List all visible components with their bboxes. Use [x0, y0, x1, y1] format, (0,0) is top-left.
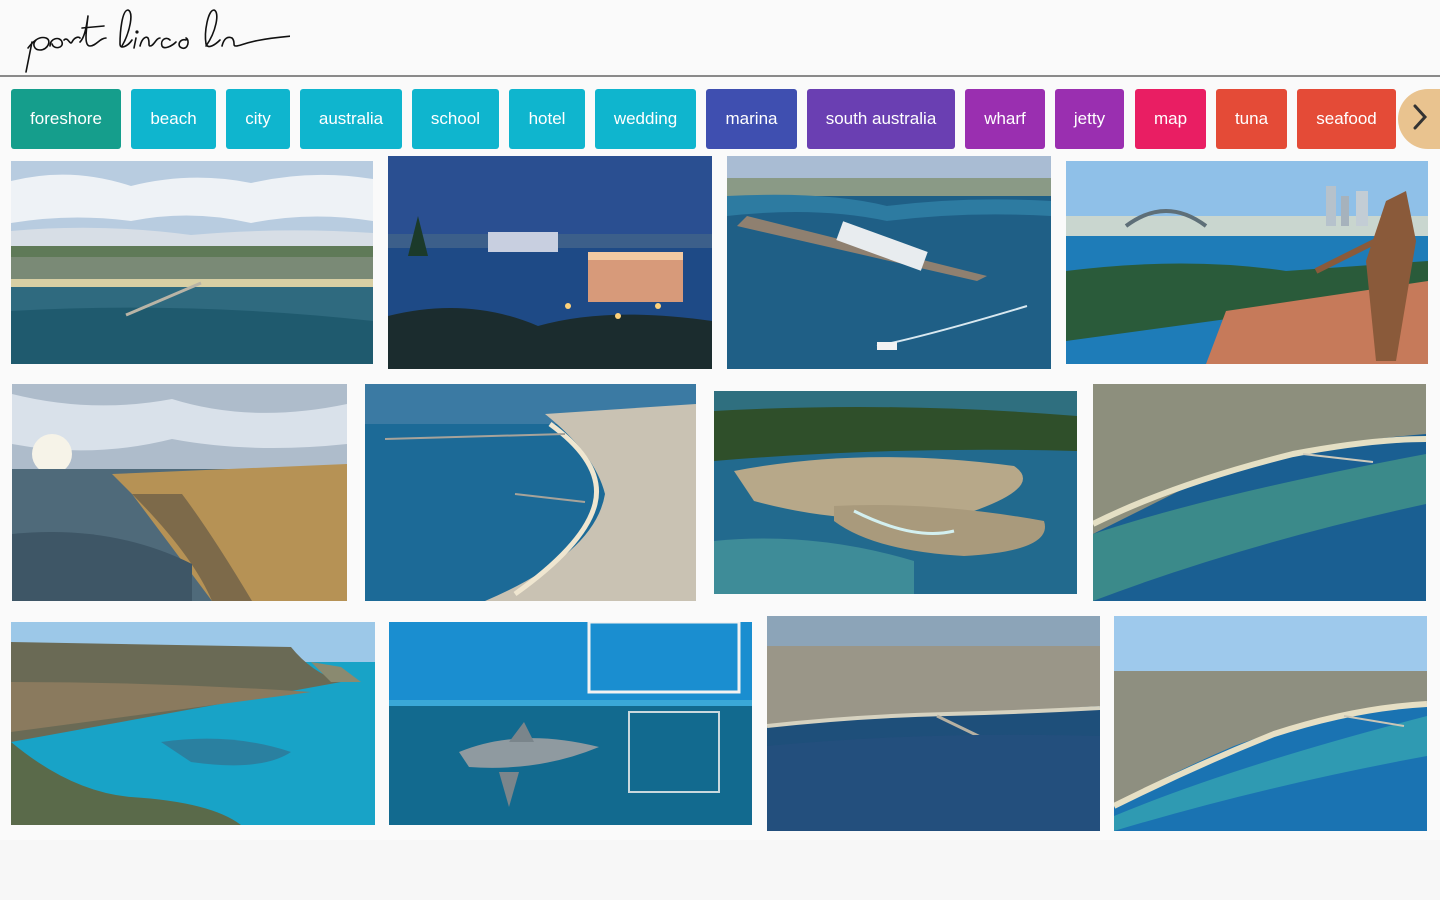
chip-hotel[interactable]: hotel: [509, 89, 585, 149]
chip-label: hotel: [528, 109, 566, 128]
chip-label: city: [245, 109, 271, 128]
chip-label: seafood: [1316, 109, 1377, 128]
chip-label: jetty: [1073, 109, 1106, 128]
photo-bay-and-town-aerial[interactable]: [365, 384, 696, 601]
photo-image: [388, 156, 712, 369]
chip-label: australia: [318, 109, 384, 128]
photo-marina-aerial[interactable]: [714, 391, 1077, 594]
chip-label: wedding: [613, 109, 678, 128]
chip-jetty[interactable]: jetty: [1055, 89, 1124, 149]
photo-image: [714, 391, 1077, 594]
photo-image: [727, 156, 1051, 369]
photo-turquoise-bay-cliffs[interactable]: [11, 622, 375, 825]
chip-foreshore[interactable]: foreshore: [11, 89, 121, 149]
photo-image: [389, 622, 752, 825]
chip-label: wharf: [984, 109, 1026, 128]
tag-chips-bar: foreshore beach city australia school ho…: [0, 89, 1440, 149]
chip-map[interactable]: map: [1135, 89, 1206, 149]
site-logo[interactable]: [20, 2, 293, 79]
photo-sydney-harbour-statue[interactable]: [1066, 161, 1428, 364]
photo-image: [1093, 384, 1426, 601]
photo-image: [11, 161, 373, 364]
chip-label: beach: [150, 109, 197, 128]
photo-image: [767, 616, 1100, 831]
photo-image: [11, 622, 375, 825]
photo-image: [365, 384, 696, 601]
photo-foreshore-beach-aerial[interactable]: [1093, 384, 1426, 601]
chip-marina[interactable]: marina: [706, 89, 797, 149]
chevron-right-glyph: [1413, 104, 1428, 130]
chip-beach[interactable]: beach: [131, 89, 216, 149]
chip-australia[interactable]: australia: [300, 89, 402, 149]
photo-shark-cage-diving[interactable]: [389, 622, 752, 825]
chip-seafood[interactable]: seafood: [1297, 89, 1396, 149]
photo-cruise-ship-at-wharf[interactable]: [727, 156, 1051, 369]
header: [0, 0, 1440, 77]
logo-script: [25, 9, 293, 73]
chip-south-australia[interactable]: south australia: [807, 89, 955, 149]
chip-tuna[interactable]: tuna: [1216, 89, 1287, 149]
photo-beach-jetty-aerial[interactable]: [1114, 616, 1427, 831]
chip-label: school: [430, 109, 481, 128]
photo-image: [12, 384, 347, 601]
footer-area: [0, 840, 1440, 900]
photo-image: [1066, 161, 1428, 364]
chip-city[interactable]: city: [226, 89, 290, 149]
photo-town-at-dusk-hotel[interactable]: [388, 156, 712, 369]
photo-image: [1114, 616, 1427, 831]
chip-wharf[interactable]: wharf: [965, 89, 1045, 149]
chip-label: south australia: [825, 109, 937, 128]
photo-foreshore-jetty-aerial[interactable]: [11, 161, 373, 364]
chip-label: foreshore: [30, 109, 102, 128]
chevron-right-icon[interactable]: [1406, 97, 1434, 137]
chip-label: tuna: [1234, 109, 1269, 128]
chip-school[interactable]: school: [412, 89, 499, 149]
chip-label: marina: [725, 109, 778, 128]
photo-town-and-jetty-aerial[interactable]: [767, 616, 1100, 831]
photo-coastal-cliffs-sunset[interactable]: [12, 384, 347, 601]
chip-label: map: [1153, 109, 1188, 128]
chip-wedding[interactable]: wedding: [595, 89, 696, 149]
